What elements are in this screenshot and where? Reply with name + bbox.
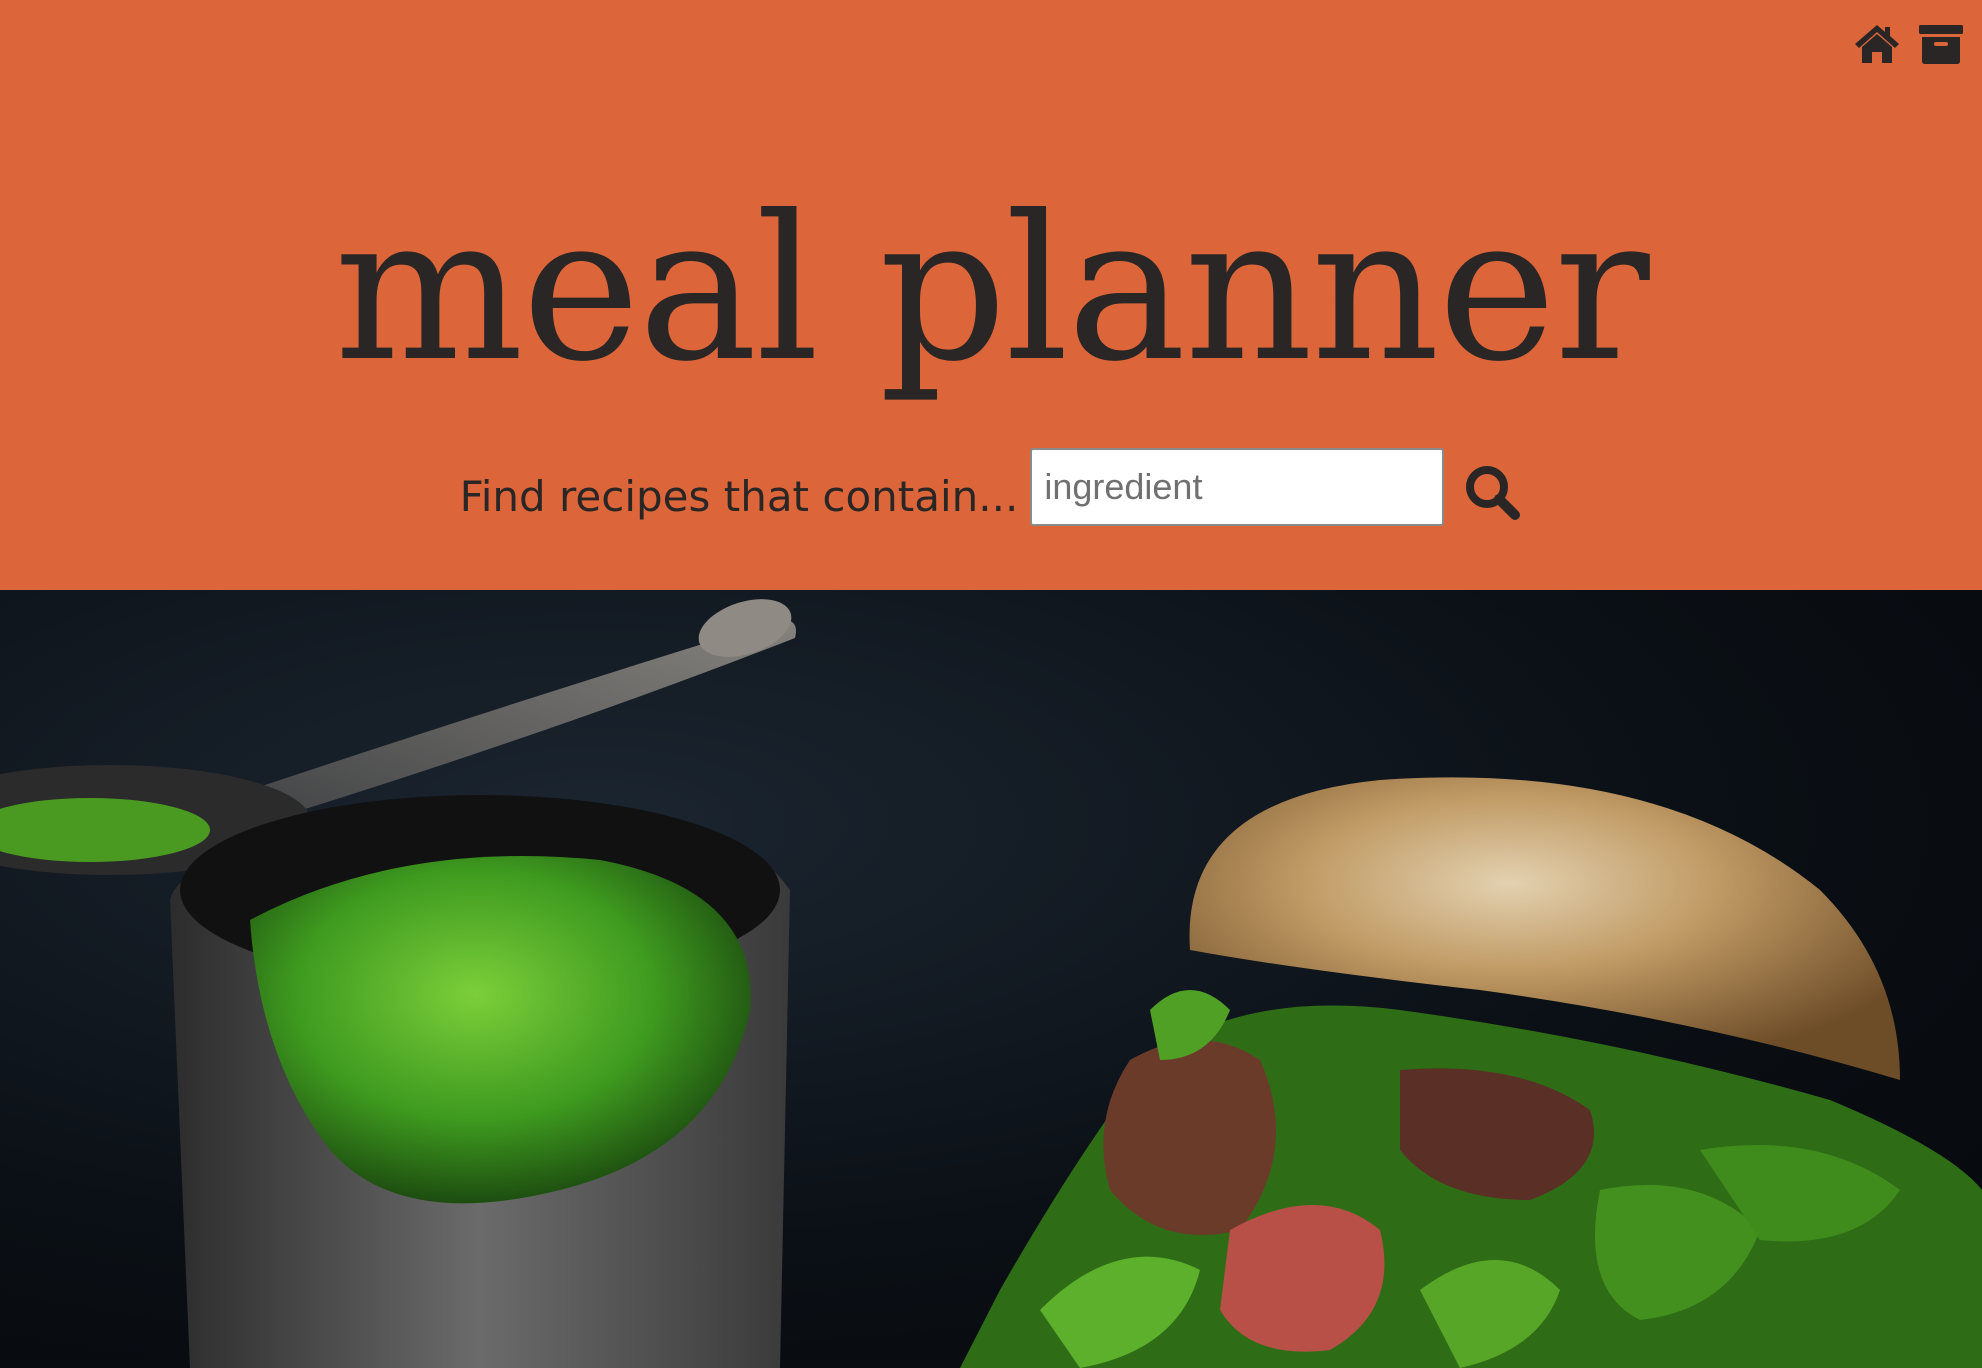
search-button[interactable]	[1462, 462, 1522, 522]
home-icon[interactable]	[1852, 22, 1902, 66]
search-label: Find recipes that contain...	[459, 471, 1019, 521]
top-nav	[1852, 22, 1966, 66]
ingredient-search-input[interactable]	[1030, 448, 1445, 526]
search-bar: Find recipes that contain...	[0, 448, 1982, 526]
food-photo	[0, 599, 1982, 1368]
search-icon	[1466, 466, 1521, 520]
page-title: meal planner	[334, 173, 1650, 406]
archive-icon[interactable]	[1916, 22, 1966, 66]
header: meal planner Find recipes that contain..…	[0, 0, 1982, 590]
hero-image	[0, 590, 1982, 1368]
